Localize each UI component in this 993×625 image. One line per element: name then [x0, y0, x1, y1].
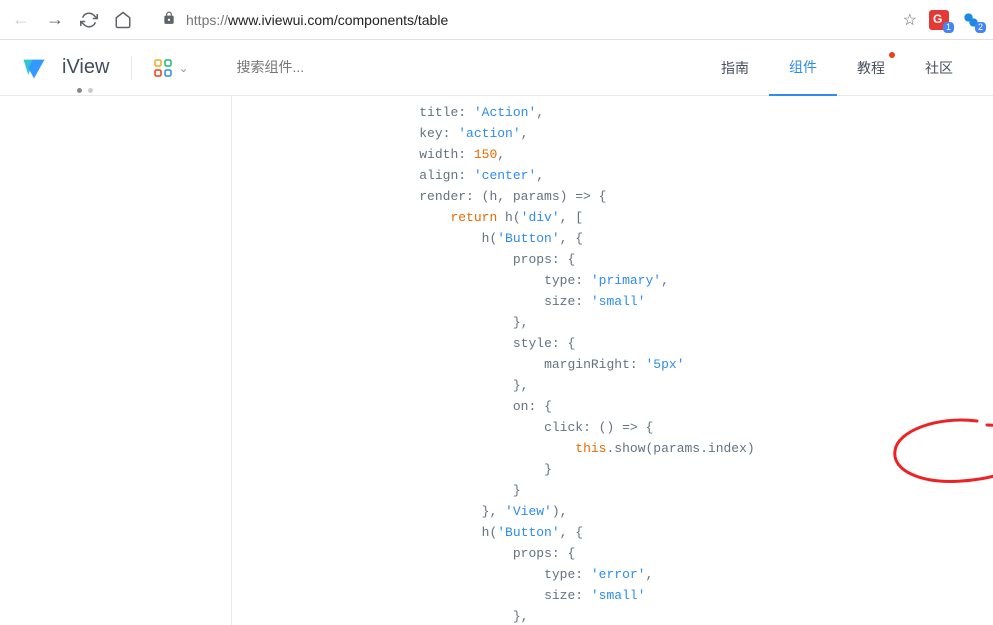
dot-2[interactable] — [88, 88, 93, 93]
reload-icon[interactable] — [80, 11, 98, 29]
back-icon[interactable]: ← — [12, 11, 30, 29]
home-icon[interactable] — [114, 11, 132, 29]
nav-guide[interactable]: 指南 — [701, 40, 769, 96]
extension-2-badge: 2 — [975, 22, 986, 33]
dot-1[interactable] — [77, 88, 82, 93]
lock-icon — [162, 11, 176, 28]
nav-links: 指南 组件 教程 社区 — [701, 40, 973, 96]
extension-1-badge: 1 — [943, 22, 954, 33]
apps-dropdown[interactable]: ⌄ — [154, 59, 188, 77]
toolbar-right: ☆ G 1 2 — [903, 10, 981, 30]
chevron-down-icon: ⌄ — [178, 61, 188, 75]
header-divider — [131, 56, 132, 80]
nav-tutorials[interactable]: 教程 — [837, 40, 905, 96]
browser-nav-icons: ← → — [12, 11, 132, 29]
extension-2-icon[interactable]: 2 — [961, 10, 981, 30]
extension-1-icon[interactable]: G 1 — [929, 10, 949, 30]
page-header: iView ⌄ 指南 组件 教程 社区 — [0, 40, 993, 96]
search-input[interactable] — [237, 59, 437, 75]
url-bar[interactable]: https://www.iviewui.com/components/table — [152, 11, 883, 28]
browser-toolbar: ← → https://www.iviewui.com/components/t… — [0, 0, 993, 40]
url-text: https://www.iviewui.com/components/table — [186, 12, 448, 28]
logo-text: iView — [62, 56, 109, 79]
nav-components[interactable]: 组件 — [769, 40, 837, 96]
nav-tutorials-badge — [889, 52, 895, 58]
apps-icon — [154, 59, 172, 77]
code-block: title: 'Action', key: 'action', width: 1… — [232, 96, 993, 625]
star-icon[interactable]: ☆ — [903, 10, 917, 30]
page-body: title: 'Action', key: 'action', width: 1… — [0, 96, 993, 625]
content: title: 'Action', key: 'action', width: 1… — [232, 96, 993, 625]
search-section — [237, 59, 702, 77]
logo-section[interactable]: iView — [20, 54, 109, 82]
forward-icon[interactable]: → — [46, 11, 64, 29]
logo-icon — [20, 54, 48, 82]
nav-community[interactable]: 社区 — [905, 40, 973, 96]
carousel-dots — [77, 88, 93, 93]
sidebar — [0, 96, 232, 625]
